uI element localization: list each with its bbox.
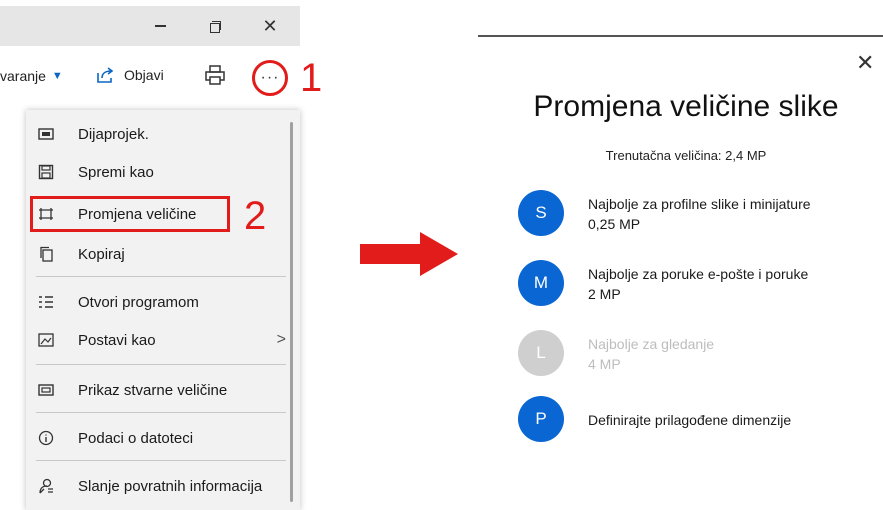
option-size: 2 MP — [588, 286, 621, 302]
menu-divider — [36, 460, 286, 461]
current-size-text: Trenutačna veličina: 2,4 MP — [605, 148, 767, 163]
option-large: L Najbolje za gledanje 4 MP — [518, 330, 878, 380]
menu-item-actual-size[interactable]: Prikaz stvarne veličine — [26, 372, 300, 408]
feedback-icon — [38, 478, 74, 494]
menu-divider — [36, 364, 286, 365]
copy-icon — [38, 246, 74, 262]
more-options-button[interactable]: ··· — [252, 60, 288, 96]
size-badge: P — [518, 396, 564, 442]
step-number-2: 2 — [244, 194, 267, 238]
option-text: Najbolje za poruke e-pošte i poruke 2 MP — [588, 264, 808, 304]
option-text: Najbolje za profilne slike i minijature … — [588, 194, 811, 234]
option-text: Definirajte prilagođene dimenzije — [588, 410, 791, 430]
option-small[interactable]: S Najbolje za profilne slike i minijatur… — [518, 190, 878, 240]
step-number-1: 1 — [300, 56, 323, 100]
menu-divider — [36, 412, 286, 413]
actual-size-icon — [38, 383, 74, 397]
option-description: Najbolje za profilne slike i minijature — [588, 196, 811, 212]
menu-item-save-as[interactable]: Spremi kao — [26, 154, 300, 190]
chevron-down-icon: ▼ — [51, 70, 63, 82]
edit-create-label: varanje — [0, 68, 46, 84]
menu-item-label: Kopiraj — [78, 245, 125, 263]
menu-item-label: Postavi kao — [78, 331, 156, 349]
open-with-icon — [38, 295, 74, 309]
minimize-button[interactable] — [135, 6, 185, 46]
dialog-close-button[interactable]: ✕ — [856, 50, 874, 76]
title-bar: ✕ — [0, 6, 300, 46]
option-description: Najbolje za poruke e-pošte i poruke — [588, 266, 809, 282]
highlight-box — [30, 196, 230, 232]
dialog-title: Promjena veličine slike — [533, 90, 839, 123]
share-button[interactable]: Objavi — [96, 66, 164, 84]
menu-item-set-as[interactable]: Postavi kao > — [26, 322, 300, 358]
slideshow-icon — [38, 127, 74, 141]
close-icon: ✕ — [856, 50, 875, 75]
menu-item-label: Dijaprojek. — [78, 125, 149, 143]
menu-item-label: Spremi kao — [78, 163, 154, 181]
menu-item-label: Podaci o datoteci — [78, 429, 194, 447]
menu-item-open-with[interactable]: Otvori programom — [26, 284, 300, 320]
arrow-right-icon — [360, 232, 458, 276]
save-icon — [38, 164, 74, 180]
dialog-top-border — [478, 35, 883, 37]
size-badge: M — [518, 260, 564, 306]
more-icon: ··· — [260, 69, 280, 86]
print-button[interactable] — [204, 64, 226, 86]
option-size: 0,25 MP — [588, 216, 641, 232]
menu-item-label: Otvori programom — [78, 293, 199, 311]
option-medium[interactable]: M Najbolje za poruke e-pošte i poruke 2 … — [518, 260, 878, 310]
set-as-icon — [38, 333, 74, 347]
menu-item-file-info[interactable]: Podaci o datoteci — [26, 420, 300, 456]
option-description: Najbolje za gledanje — [588, 336, 715, 352]
option-size: 4 MP — [588, 356, 621, 372]
menu-item-copy[interactable]: Kopiraj — [26, 236, 300, 272]
minimize-icon — [154, 25, 166, 27]
menu-item-slideshow[interactable]: Dijaprojek. — [26, 116, 300, 152]
more-options-menu: Dijaprojek. Spremi kao Promjena veličine… — [26, 110, 300, 510]
menu-item-feedback[interactable]: Slanje povratnih informacija — [26, 468, 300, 504]
close-window-button[interactable]: ✕ — [245, 6, 295, 46]
chevron-right-icon: > — [276, 331, 286, 348]
toolbar: varanje ▼ Objavi ··· — [0, 50, 300, 106]
info-icon — [38, 430, 74, 446]
close-icon: ✕ — [262, 15, 278, 36]
share-label: Objavi — [124, 67, 164, 83]
restore-button[interactable] — [190, 6, 240, 46]
option-text: Najbolje za gledanje 4 MP — [588, 334, 714, 374]
share-icon — [97, 67, 114, 83]
size-badge: S — [518, 190, 564, 236]
menu-divider — [36, 276, 286, 277]
print-icon — [205, 65, 225, 85]
option-description: Definirajte prilagođene dimenzije — [588, 412, 792, 428]
restore-icon — [209, 20, 221, 33]
menu-item-label: Prikaz stvarne veličine — [78, 381, 228, 399]
edit-create-button[interactable]: varanje ▼ — [0, 68, 63, 84]
size-badge: L — [518, 330, 564, 376]
menu-item-label: Slanje povratnih informacija — [78, 477, 263, 495]
option-custom[interactable]: P Definirajte prilagođene dimenzije — [518, 396, 878, 446]
